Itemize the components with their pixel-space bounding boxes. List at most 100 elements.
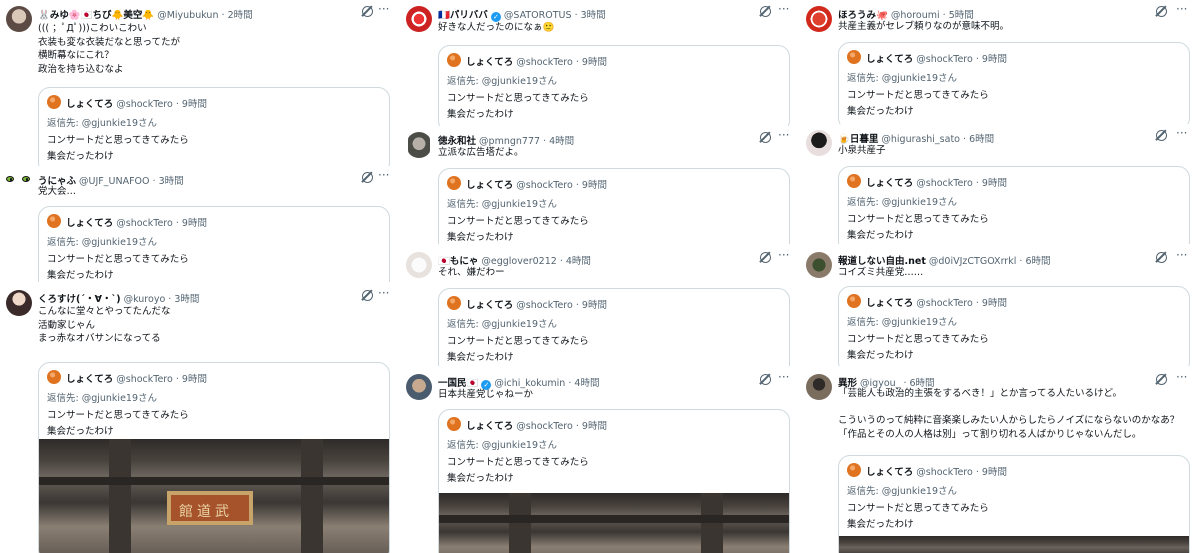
more-icon[interactable]: ···	[778, 370, 789, 384]
pillar	[701, 493, 723, 553]
avatar[interactable]	[406, 6, 432, 32]
quoted-header: しょくてろ @shockTero · 9時間	[66, 96, 207, 110]
quoted-tweet[interactable]: しょくてろ @shockTero · 9時間 返信先: @gjunkie19さん…	[438, 409, 790, 553]
beam	[39, 477, 389, 485]
more-icon[interactable]: ···	[778, 248, 789, 262]
quoted-text: コンサートだと思ってきてみたら	[47, 135, 189, 146]
tweet[interactable]: 徳永和社 @pmngn777 · 4時間 ··· 立派な広告塔だよ。 しょくてろ…	[400, 126, 798, 244]
tweet[interactable]: 🇫🇷パリババ ✓ @SATOROTUS · 3時間 ··· 好きな人だったのにな…	[400, 0, 798, 126]
tweet-text: それ、嫌だわー	[438, 267, 505, 278]
tweet-header: 🇫🇷パリババ ✓ @SATOROTUS · 3時間	[438, 7, 792, 22]
more-icon[interactable]: ···	[1176, 248, 1187, 262]
quoted-tweet[interactable]: しょくてろ @shockTero · 9時間 返信先: @gjunkie19さん…	[438, 288, 790, 366]
quoted-tweet[interactable]: しょくてろ @shockTero · 9時間 返信先: @gjunkie19さん…	[838, 455, 1190, 553]
quoted-tweet[interactable]: しょくてろ @shockTero · 9時間 返信先: @gjunkie19さん…	[438, 168, 790, 244]
grok-icon[interactable]	[760, 132, 771, 143]
tweet[interactable]: うにゃふ @UJF_UNAFOO · 3時間 ··· 党大会… しょくてろ @s…	[0, 166, 398, 282]
avatar[interactable]	[806, 6, 832, 32]
quoted-tweet[interactable]: しょくてろ @shockTero · 9時間 返信先: @gjunkie19さん…	[38, 206, 390, 282]
more-icon[interactable]: ···	[378, 2, 389, 16]
display-name[interactable]: 🇫🇷パリババ	[438, 10, 488, 21]
grok-icon[interactable]	[362, 172, 373, 183]
avatar[interactable]	[406, 374, 432, 400]
timestamp[interactable]: 3時間	[581, 10, 606, 21]
grok-icon[interactable]	[760, 252, 771, 263]
grok-icon[interactable]	[760, 6, 771, 17]
timestamp[interactable]: 3時間	[174, 294, 199, 305]
user-handle: @shockTero	[116, 99, 173, 110]
quoted-text: コンサートだと思ってきてみたら	[847, 334, 989, 345]
more-icon[interactable]: ···	[1176, 2, 1187, 16]
tweet-text: 小泉共産子	[838, 145, 886, 156]
grok-icon[interactable]	[362, 290, 373, 301]
avatar[interactable]	[806, 374, 832, 400]
avatar[interactable]	[406, 132, 432, 158]
tweet[interactable]: 報道しない自由.net @d0iVJzCTGOXrrkl · 6時間 ··· コ…	[800, 246, 1198, 366]
avatar[interactable]	[806, 252, 832, 278]
avatar	[47, 370, 61, 384]
avatar[interactable]	[4, 174, 34, 184]
quoted-tweet[interactable]: しょくてろ @shockTero · 9時間 返信先: @gjunkie19さん…	[38, 87, 390, 168]
tweet-photo[interactable]	[439, 493, 789, 553]
more-icon[interactable]: ···	[378, 168, 389, 182]
tweet-header: 一国民🇯🇵 ✓ @ichi_kokumin · 4時間	[438, 375, 792, 390]
user-handle[interactable]: @SATOROTUS	[504, 10, 572, 21]
display-name[interactable]: くろすけ(´・∀・`)	[38, 294, 121, 305]
display-name: しょくてろ	[866, 54, 914, 65]
pillar	[509, 493, 531, 553]
more-icon[interactable]: ···	[778, 128, 789, 142]
quoted-tweet[interactable]: しょくてろ @shockTero · 9時間 返信先: @gjunkie19さん…	[838, 42, 1190, 124]
grok-icon[interactable]	[760, 374, 771, 385]
tweet-photo[interactable]	[839, 536, 1189, 553]
building-plaque: 館道武	[167, 491, 253, 525]
display-name[interactable]: 🐰みゆ🌸🇯🇵ちび🐥美空🐥	[38, 10, 154, 21]
avatar	[447, 417, 461, 431]
quoted-text: 集会だったわけ	[847, 519, 914, 530]
reply-to: 返信先: @gjunkie19さん	[447, 199, 558, 210]
tweet[interactable]: 🐰みゆ🌸🇯🇵ちび🐥美空🐥 @Miyubukun · 2時間 ··· ((( ；ﾟ…	[0, 0, 398, 168]
quoted-header: しょくてろ @shockTero · 9時間	[66, 215, 207, 229]
tweet[interactable]: 🇯🇵もにゃ @egglover0212 · 4時間 ··· それ、嫌だわー しょ…	[400, 246, 798, 366]
tweet[interactable]: くろすけ(´・∀・`) @kuroyo · 3時間 ··· こんなに堂々とやって…	[0, 284, 398, 553]
tweet[interactable]: 一国民🇯🇵 ✓ @ichi_kokumin · 4時間 ··· 日本共産党じゃね…	[400, 368, 798, 553]
more-icon[interactable]: ···	[778, 2, 789, 16]
quoted-header: しょくてろ @shockTero · 9時間	[866, 175, 1007, 189]
grok-icon[interactable]	[1156, 374, 1167, 385]
tweet-text: 好きな人だったのになぁ🙂	[438, 22, 555, 33]
timeline-column-1: 🐰みゆ🌸🇯🇵ちび🐥美空🐥 @Miyubukun · 2時間 ··· ((( ；ﾟ…	[0, 0, 398, 553]
timestamp: 9時間	[581, 180, 607, 191]
more-icon[interactable]: ···	[1176, 126, 1187, 140]
user-handle: @shockTero	[516, 180, 573, 191]
quoted-header: しょくてろ @shockTero · 9時間	[466, 418, 607, 432]
tweet[interactable]: ほろうみ🐙 @horoumi · 5時間 ··· 共産主義がセレブ頼りなのが意味…	[800, 0, 1198, 124]
more-icon[interactable]: ···	[1176, 370, 1187, 384]
tweet[interactable]: 異形 @igyou_ · 6時間 ··· 「芸能人も政治的主張をするべき！」とか…	[800, 368, 1198, 553]
quoted-header: しょくてろ @shockTero · 9時間	[466, 54, 607, 68]
tweet-text: 共産主義がセレブ頼りなのが意味不明。	[838, 21, 1010, 32]
user-handle[interactable]: @Miyubukun	[157, 10, 218, 21]
tweet[interactable]: 🍺日暮里 @higurashi_sato · 6時間 ··· 小泉共産子 しょく…	[800, 124, 1198, 244]
separator: ·	[575, 57, 579, 68]
avatar[interactable]	[6, 6, 32, 32]
reply-to: 返信先: @gjunkie19さん	[447, 440, 558, 451]
avatar[interactable]	[806, 130, 832, 156]
timestamp: 9時間	[581, 421, 607, 432]
grok-icon[interactable]	[362, 6, 373, 17]
avatar[interactable]	[6, 290, 32, 316]
display-name: しょくてろ	[866, 467, 914, 478]
grok-icon[interactable]	[1156, 252, 1167, 263]
more-icon[interactable]: ···	[378, 286, 389, 300]
grok-icon[interactable]	[1156, 6, 1167, 17]
timestamp[interactable]: 2時間	[228, 10, 253, 21]
user-handle[interactable]: @kuroyo	[124, 294, 166, 305]
quoted-tweet[interactable]: しょくてろ @shockTero · 9時間 返信先: @gjunkie19さん…	[38, 362, 390, 553]
quoted-tweet[interactable]: しょくてろ @shockTero · 9時間 返信先: @gjunkie19さん…	[838, 166, 1190, 244]
display-name: しょくてろ	[66, 374, 114, 385]
tweet-photo[interactable]: 館道武	[39, 439, 389, 553]
quoted-tweet[interactable]: しょくてろ @shockTero · 9時間 返信先: @gjunkie19さん…	[438, 45, 790, 126]
quoted-header: しょくてろ @shockTero · 9時間	[66, 371, 207, 385]
grok-icon[interactable]	[1156, 130, 1167, 141]
quoted-text: コンサートだと思ってきてみたら	[847, 90, 989, 101]
avatar[interactable]	[406, 252, 432, 278]
quoted-tweet[interactable]: しょくてろ @shockTero · 9時間 返信先: @gjunkie19さん…	[838, 286, 1190, 366]
